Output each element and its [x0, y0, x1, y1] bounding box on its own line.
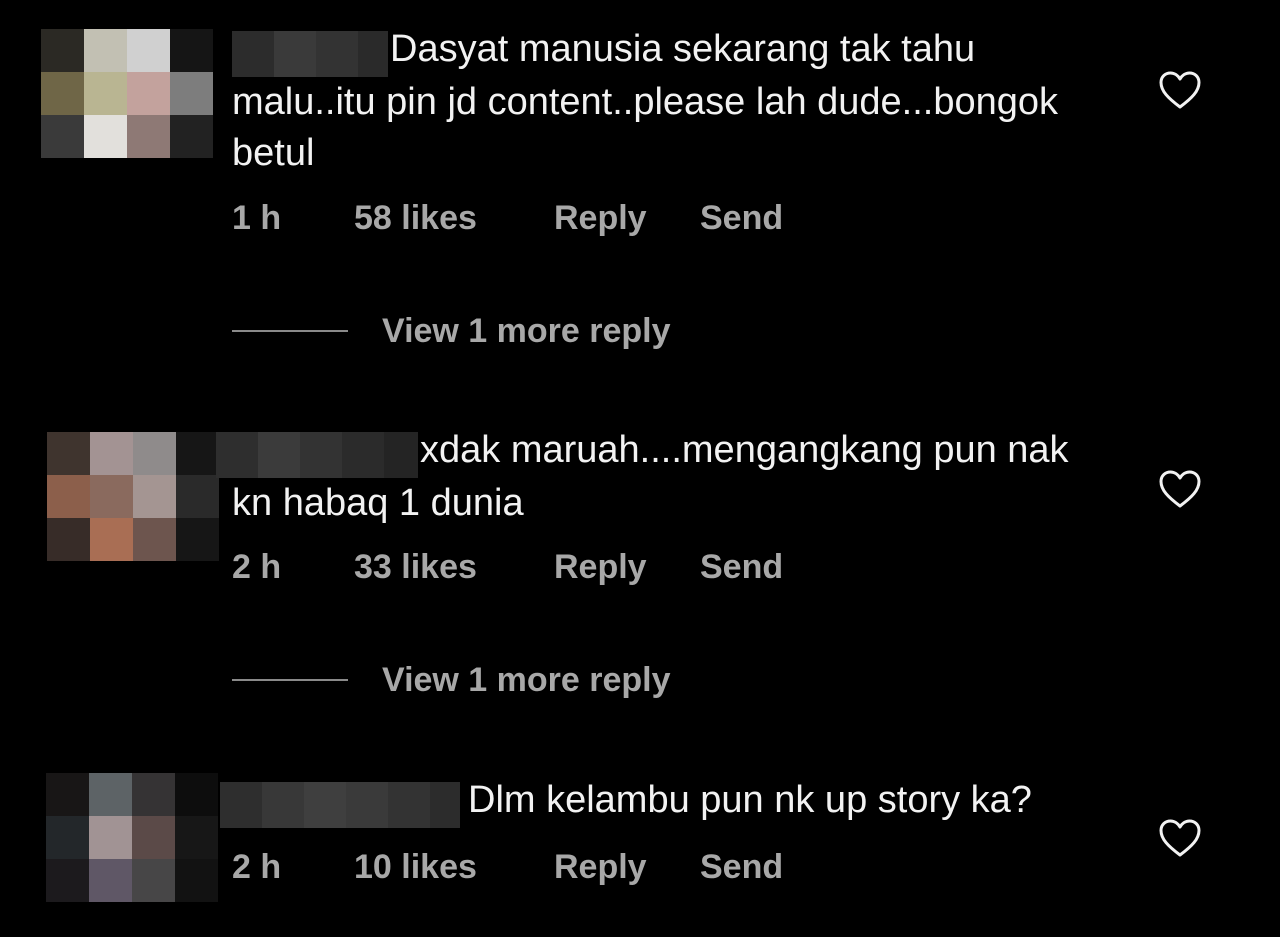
reply-button[interactable]: Reply	[554, 198, 647, 238]
comment-body: Dasyat manusia sekarang tak tahu malu..i…	[232, 24, 1112, 179]
comment-body: Dlm kelambu pun nk up story ka?	[220, 775, 1112, 828]
avatar-pixel	[175, 859, 218, 902]
avatar-pixel	[127, 115, 170, 158]
avatar-pixel	[127, 29, 170, 72]
avatar-pixel	[41, 115, 84, 158]
avatar-pixel	[175, 816, 218, 859]
avatar-pixel	[41, 72, 84, 115]
send-button[interactable]: Send	[700, 547, 783, 587]
avatar-pixel	[127, 72, 170, 115]
avatar-pixel	[175, 773, 218, 816]
view-more-label[interactable]: View 1 more reply	[382, 660, 671, 700]
avatar-pixel	[46, 773, 89, 816]
likes-count[interactable]: 10 likes	[354, 847, 477, 887]
username-redacted[interactable]	[216, 432, 418, 478]
avatar-pixel	[84, 29, 127, 72]
view-more-label[interactable]: View 1 more reply	[382, 311, 671, 351]
comment-time: 2 h	[232, 848, 282, 886]
view-more-replies[interactable]: View 1 more reply	[232, 660, 832, 700]
avatar-pixel	[170, 29, 213, 72]
avatar-pixel	[90, 475, 133, 518]
avatar-pixel	[132, 773, 175, 816]
avatar-pixel	[133, 475, 176, 518]
avatar-pixel	[176, 518, 219, 561]
avatar-pixel	[46, 816, 89, 859]
avatar-pixel	[176, 475, 219, 518]
avatar[interactable]	[41, 29, 213, 158]
avatar-pixel	[132, 816, 175, 859]
avatar-pixel	[46, 859, 89, 902]
likes-count[interactable]: 58 likes	[354, 198, 477, 238]
heart-icon[interactable]	[1158, 818, 1202, 858]
avatar-pixel	[89, 773, 132, 816]
avatar-pixel	[89, 859, 132, 902]
avatar-pixel	[41, 29, 84, 72]
avatar-pixel	[84, 115, 127, 158]
heart-icon[interactable]	[1158, 70, 1202, 110]
avatar[interactable]	[46, 773, 218, 902]
reply-button[interactable]: Reply	[554, 547, 647, 587]
avatar-pixel	[133, 432, 176, 475]
avatar-pixel	[170, 115, 213, 158]
divider-line	[232, 330, 348, 332]
avatar-pixel	[90, 432, 133, 475]
username-redacted[interactable]	[232, 31, 388, 77]
avatar-pixel	[132, 859, 175, 902]
avatar-pixel	[90, 518, 133, 561]
view-more-replies[interactable]: View 1 more reply	[232, 311, 832, 351]
username-redacted[interactable]	[220, 782, 460, 828]
send-button[interactable]: Send	[700, 847, 783, 887]
comment-text: Dlm kelambu pun nk up story ka?	[468, 779, 1032, 821]
avatar-pixel	[47, 518, 90, 561]
reply-button[interactable]: Reply	[554, 847, 647, 887]
comment-time: 2 h	[232, 548, 282, 586]
avatar-pixel	[47, 432, 90, 475]
avatar-pixel	[170, 72, 213, 115]
heart-icon[interactable]	[1158, 469, 1202, 509]
comment-body: xdak maruah....mengangkang pun nak kn ha…	[216, 425, 1112, 529]
avatar-pixel	[89, 816, 132, 859]
avatar-pixel	[176, 432, 219, 475]
send-button[interactable]: Send	[700, 198, 783, 238]
avatar-pixel	[47, 475, 90, 518]
likes-count[interactable]: 33 likes	[354, 547, 477, 587]
avatar[interactable]	[47, 432, 219, 561]
avatar-pixel	[84, 72, 127, 115]
divider-line	[232, 679, 348, 681]
comment-time: 1 h	[232, 199, 282, 237]
avatar-pixel	[133, 518, 176, 561]
